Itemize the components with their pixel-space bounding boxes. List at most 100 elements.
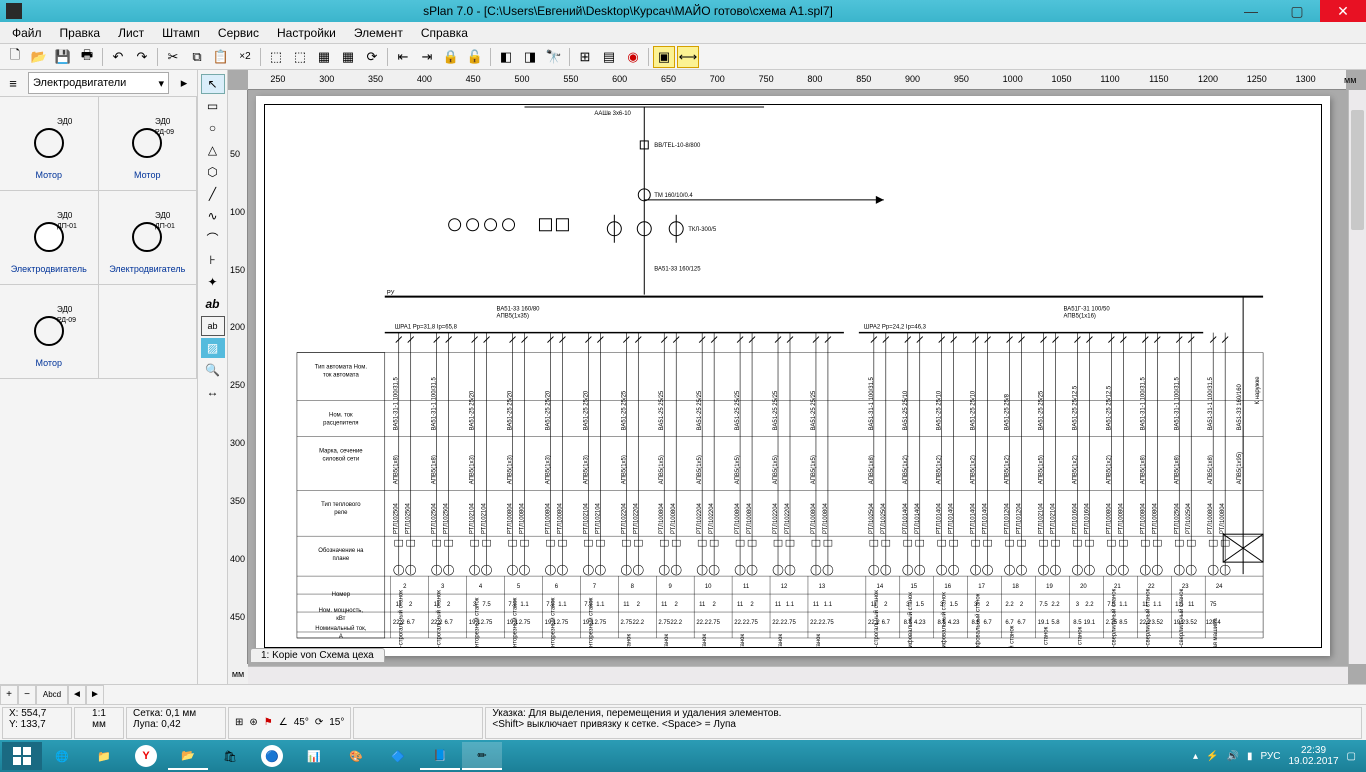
unlock-icon[interactable]: 🔓 [464, 46, 486, 68]
maximize-button[interactable]: ▢ [1274, 0, 1320, 22]
library-item[interactable] [99, 285, 198, 379]
menu-Сервис[interactable]: Сервис [210, 24, 267, 42]
svg-text:Токарн.8 станок: Токарн.8 станок [664, 634, 670, 648]
textbox-tool-icon[interactable]: ab [201, 316, 225, 336]
zoom-tool-icon[interactable]: 🔍 [201, 360, 225, 380]
text-tool-icon[interactable]: ab [201, 294, 225, 314]
ungroup-icon[interactable]: ⬚ [289, 46, 311, 68]
task-app-icon[interactable]: 🔷 [378, 742, 418, 770]
svg-text:22.2: 22.2 [810, 620, 822, 626]
back-icon[interactable]: ▦ [337, 46, 359, 68]
task-word-icon[interactable]: 📘 [420, 742, 460, 770]
lib-list-icon[interactable]: ≡ [2, 72, 24, 94]
task-splan-icon[interactable]: ✏ [462, 742, 502, 770]
nav-minus[interactable]: − [18, 685, 36, 705]
toolbar: 🗋 📂 💾 🖶 ↶ ↷ ✂ ⧉ 📋 ×2 ⬚ ⬚ ▦ ▦ ⟳ ⇤ ⇥ 🔒 🔓 ◧… [0, 44, 1366, 70]
special-tool-icon[interactable]: ⬡ [201, 162, 225, 182]
polygon-tool-icon[interactable]: △ [201, 140, 225, 160]
refresh-icon[interactable]: ⟳ [361, 46, 383, 68]
nav-next[interactable]: ► [86, 685, 104, 705]
task-explorer-icon[interactable]: 📁 [84, 742, 124, 770]
arc-tool-icon[interactable]: ⌒ [201, 228, 225, 248]
start-button[interactable] [2, 742, 42, 770]
table-icon[interactable]: ⊞ [574, 46, 596, 68]
copy-icon[interactable]: ⧉ [186, 46, 208, 68]
tray-up-icon[interactable]: ▴ [1193, 751, 1198, 762]
tray-battery-icon[interactable]: ⚡ [1206, 751, 1218, 762]
binoculars-icon[interactable]: 🔭 [543, 46, 565, 68]
new-icon[interactable]: 🗋 [4, 46, 26, 68]
menu-Настройки[interactable]: Настройки [269, 24, 344, 42]
task-store-icon[interactable]: 🛍 [210, 742, 250, 770]
align-r-icon[interactable]: ⇥ [416, 46, 438, 68]
tray-lang[interactable]: РУС [1260, 751, 1280, 762]
library-dropdown[interactable]: Электродвигатели ▾ [28, 72, 169, 94]
task-chrome-icon[interactable]: 🔵 [252, 742, 292, 770]
menu-Лист[interactable]: Лист [110, 24, 152, 42]
lib-next-icon[interactable]: ▸ [173, 72, 195, 94]
image-tool-icon[interactable]: ▨ [201, 338, 225, 358]
scrollbar-horizontal[interactable] [248, 666, 1348, 684]
print-icon[interactable]: 🖶 [76, 46, 98, 68]
svg-text:плане: плане [333, 556, 350, 562]
grid-icon[interactable]: ⊞ [235, 717, 243, 728]
task-yandex-icon[interactable]: Y [126, 742, 166, 770]
tray-notifications-icon[interactable]: ▢ [1347, 751, 1356, 762]
undo-icon[interactable]: ↶ [107, 46, 129, 68]
colorpick-icon[interactable]: ◧ [495, 46, 517, 68]
open-icon[interactable]: 📂 [28, 46, 50, 68]
snap-icon[interactable]: ⊛ [249, 717, 257, 728]
task-graph-icon[interactable]: 📊 [294, 742, 334, 770]
menu-Элемент[interactable]: Элемент [346, 24, 411, 42]
drawing-sheet[interactable]: ААШв 3x6-10BB/TEL-10-8/800ТМ 160/10/0.4Т… [256, 96, 1330, 656]
task-paint-icon[interactable]: 🎨 [336, 742, 376, 770]
front-icon[interactable]: ▦ [313, 46, 335, 68]
cut-icon[interactable]: ✂ [162, 46, 184, 68]
measure-icon[interactable]: ⟷ [677, 46, 699, 68]
rect-tool-icon[interactable]: ▭ [201, 96, 225, 116]
tray-volume-icon[interactable]: 🔊 [1226, 751, 1238, 762]
minimize-button[interactable]: — [1228, 0, 1274, 22]
flag-icon[interactable]: ⚑ [264, 717, 273, 728]
circle-tool-icon[interactable]: ○ [201, 118, 225, 138]
menu-Файл[interactable]: Файл [4, 24, 50, 42]
scrollbar-vertical[interactable] [1348, 90, 1366, 664]
rotate-icon[interactable]: ⟳ [315, 717, 323, 728]
redo-icon[interactable]: ↷ [131, 46, 153, 68]
dim-tool-icon[interactable]: ⊦ [201, 250, 225, 270]
nav-plus[interactable]: + [0, 685, 18, 705]
line-tool-icon[interactable]: ╱ [201, 184, 225, 204]
svg-text:РД-09: РД-09 [155, 129, 174, 136]
paste-icon[interactable]: 📋 [210, 46, 232, 68]
library-item[interactable]: ЭД0ДП-01Электродвигатель [99, 191, 198, 285]
menu-Правка[interactable]: Правка [52, 24, 109, 42]
nav-abcd[interactable]: Abcd [36, 685, 68, 705]
lock-icon[interactable]: 🔒 [440, 46, 462, 68]
library-item[interactable]: ЭД0РД-09Мотор [99, 97, 198, 191]
library-item[interactable]: ЭД0Мотор [0, 97, 99, 191]
align-l-icon[interactable]: ⇤ [392, 46, 414, 68]
task-folder-icon[interactable]: 📂 [168, 742, 208, 770]
nav-prev[interactable]: ◄ [68, 685, 86, 705]
x2-icon[interactable]: ×2 [234, 46, 256, 68]
task-ie-icon[interactable]: 🌐 [42, 742, 82, 770]
angle-icon[interactable]: ∠ [279, 717, 288, 728]
find-icon[interactable]: ◉ [622, 46, 644, 68]
node-tool-icon[interactable]: ✦ [201, 272, 225, 292]
svg-text:ВА51-25 25/25: ВА51-25 25/25 [735, 390, 741, 430]
select-tb-icon[interactable]: ▣ [653, 46, 675, 68]
close-button[interactable]: ✕ [1320, 0, 1366, 22]
pointer-tool-icon[interactable]: ↖ [201, 74, 225, 94]
measure-tool-icon[interactable]: ↔ [201, 382, 225, 402]
menu-Справка[interactable]: Справка [413, 24, 476, 42]
colorpick2-icon[interactable]: ◨ [519, 46, 541, 68]
library-item[interactable]: ЭД0РД-09Мотор [0, 285, 99, 379]
menu-Штамп[interactable]: Штамп [154, 24, 208, 42]
group-icon[interactable]: ⬚ [265, 46, 287, 68]
sheet-tab[interactable]: 1: Kopie von Схема цеха [250, 648, 385, 663]
list-icon[interactable]: ▤ [598, 46, 620, 68]
bezier-tool-icon[interactable]: ∿ [201, 206, 225, 226]
library-item[interactable]: ЭД0ДП-01Электродвигатель [0, 191, 99, 285]
tray-network-icon[interactable]: ▮ [1247, 751, 1253, 762]
save-icon[interactable]: 💾 [52, 46, 74, 68]
